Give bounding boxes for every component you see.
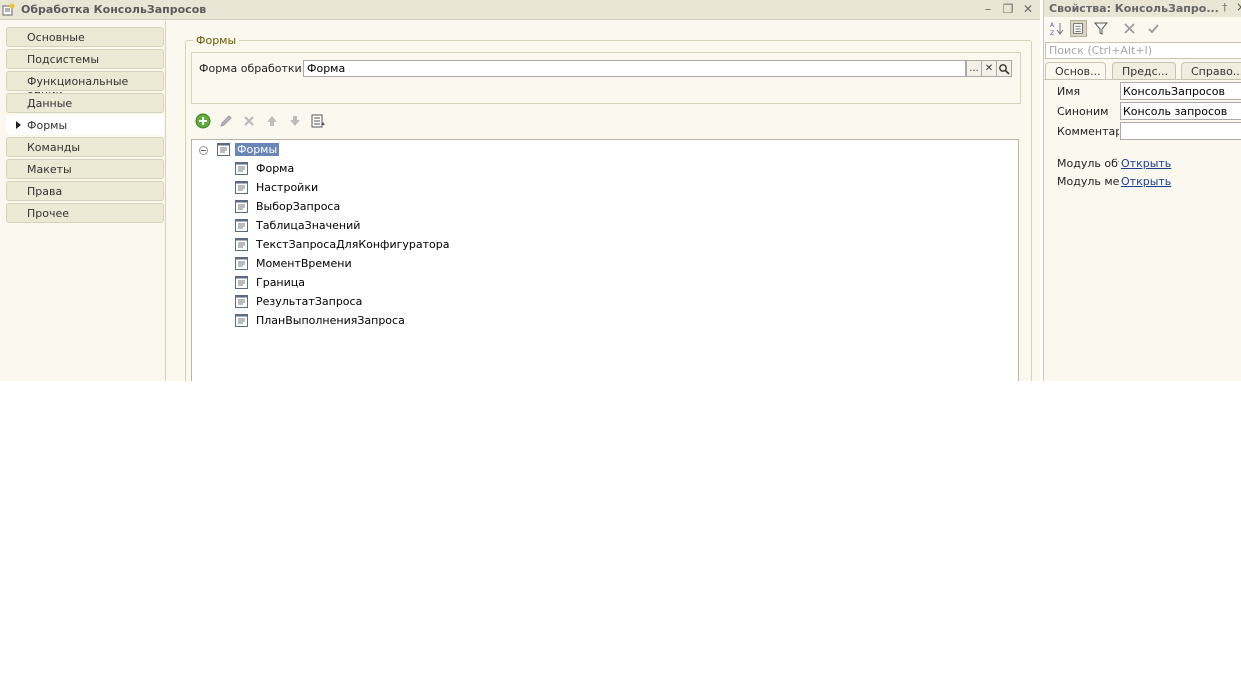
svg-text:Z: Z — [1050, 30, 1054, 37]
synonym-input[interactable]: Консоль запросов — [1120, 102, 1241, 120]
form-icon — [235, 295, 248, 308]
clear-icon[interactable]: ✕ — [981, 60, 997, 77]
default-form-label: Форма обработки: — [199, 62, 306, 75]
form-icon — [235, 238, 248, 251]
filter-icon[interactable] — [1093, 20, 1110, 37]
properties-panel: Свойства: КонсольЗапро... † × A Z Поиск … — [1043, 0, 1241, 381]
form-icon — [235, 200, 248, 213]
nav-item-data[interactable]: Данные — [6, 93, 164, 113]
name-input[interactable]: КонсольЗапросов — [1120, 82, 1241, 100]
form-icon — [235, 162, 248, 175]
window-titlebar: Обработка КонсольЗапросов – ❐ ✕ — [0, 0, 1040, 20]
pin-icon[interactable]: † — [1222, 1, 1228, 14]
name-label: Имя — [1057, 85, 1081, 98]
object-module-open-link[interactable]: Открыть — [1121, 157, 1171, 170]
tree-item[interactable]: МоментВремени — [235, 256, 535, 273]
nav-item-commands[interactable]: Команды — [6, 137, 164, 157]
comment-input[interactable] — [1120, 122, 1241, 140]
nav-item-templates[interactable]: Макеты — [6, 159, 164, 179]
select-ellipsis-button[interactable]: ... — [966, 60, 982, 77]
move-down-icon[interactable] — [287, 113, 303, 129]
edit-icon[interactable] — [218, 113, 234, 129]
tab-presentation[interactable]: Предс... — [1112, 62, 1176, 79]
main-window: Обработка КонсольЗапросов – ❐ ✕ Основные… — [0, 0, 1040, 381]
tree-item[interactable]: ПланВыполненияЗапроса — [235, 313, 535, 330]
close-panel-icon[interactable]: × — [1236, 0, 1241, 14]
restore-icon[interactable]: ❐ — [1000, 1, 1016, 17]
tree-item[interactable]: Граница — [235, 275, 535, 292]
forms-folder-icon — [217, 143, 230, 156]
tree-item[interactable]: ВыборЗапроса — [235, 199, 535, 216]
delete-icon[interactable] — [241, 113, 257, 129]
nav-item-main[interactable]: Основные — [6, 27, 164, 47]
object-module-label: Модуль объекта: — [1057, 157, 1119, 170]
categorize-icon[interactable] — [1070, 20, 1087, 37]
open-search-icon[interactable] — [996, 60, 1012, 77]
properties-titlebar: Свойства: КонсольЗапро... † × — [1044, 0, 1241, 17]
tab-main[interactable]: Основ... — [1045, 62, 1106, 79]
window-title: Обработка КонсольЗапросов — [21, 3, 207, 16]
section-nav: Основные Подсистемы Функциональные опции… — [0, 21, 166, 381]
tree-item[interactable]: Форма — [235, 161, 535, 178]
tree-item[interactable]: РезультатЗапроса — [235, 294, 535, 311]
tree-item[interactable]: ТекстЗапросаДляКонфигуратора — [235, 237, 535, 254]
nav-item-subsystems[interactable]: Подсистемы — [6, 49, 164, 69]
tree-item[interactable]: Настройки — [235, 180, 535, 197]
cancel-icon[interactable] — [1121, 20, 1138, 37]
form-icon — [235, 276, 248, 289]
apply-check-icon[interactable] — [1145, 20, 1162, 37]
move-up-icon[interactable] — [264, 113, 280, 129]
minimize-icon[interactable]: – — [980, 1, 996, 17]
default-form-input[interactable]: Форма — [303, 60, 966, 77]
tab-reference[interactable]: Справо... — [1181, 62, 1241, 79]
form-icon — [235, 181, 248, 194]
comment-label: Комментарий — [1057, 125, 1119, 138]
manager-module-label: Модуль менеджера: — [1057, 175, 1119, 188]
nav-item-functional-options[interactable]: Функциональные опции — [6, 71, 164, 101]
form-icon — [235, 314, 248, 327]
manager-module-open-link[interactable]: Открыть — [1121, 175, 1171, 188]
form-icon — [235, 257, 248, 270]
nav-item-rights[interactable]: Права — [6, 181, 164, 201]
form-icon — [235, 219, 248, 232]
tabs-divider — [1044, 79, 1241, 80]
properties-title: Свойства: КонсольЗапро... — [1049, 2, 1219, 15]
close-icon[interactable]: ✕ — [1020, 1, 1036, 17]
active-arrow-icon — [16, 121, 21, 129]
forms-tree[interactable]: Формы Форма Настройки ВыборЗапроса Табли… — [191, 139, 1019, 381]
processing-icon — [2, 3, 15, 16]
properties-search-input[interactable]: Поиск (Ctrl+Alt+I) — [1045, 42, 1241, 59]
forms-group-title: Формы — [193, 34, 240, 47]
nav-item-forms[interactable]: Формы — [6, 115, 164, 135]
add-icon[interactable] — [195, 113, 211, 129]
tree-root-forms[interactable]: Формы — [192, 142, 312, 159]
sort-az-icon[interactable]: A Z — [1049, 20, 1066, 37]
synonym-label: Синоним — [1057, 105, 1109, 118]
collapse-icon[interactable] — [199, 146, 208, 155]
svg-text:A: A — [1050, 22, 1055, 29]
sort-list-icon[interactable] — [310, 113, 326, 129]
nav-item-other[interactable]: Прочее — [6, 203, 164, 223]
tree-item[interactable]: ТаблицаЗначений — [235, 218, 535, 235]
